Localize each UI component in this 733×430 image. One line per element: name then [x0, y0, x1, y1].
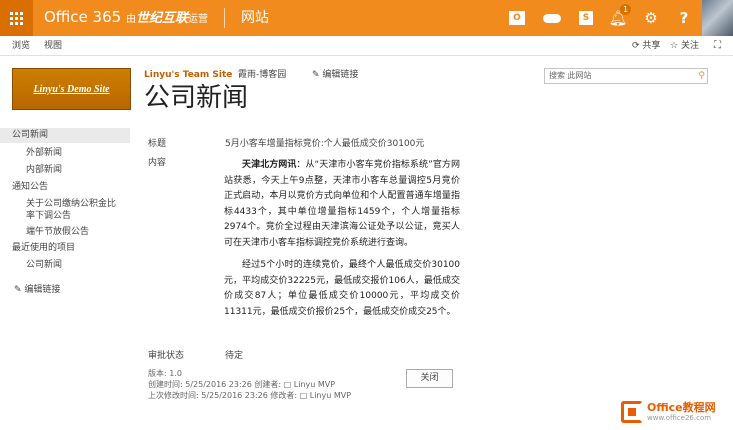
topnav-edit-links[interactable]: ✎ 编辑链接	[312, 68, 358, 82]
watermark: Office教程网 www.office26.com	[617, 396, 731, 427]
pencil-icon: ✎	[312, 70, 320, 80]
page-title: 公司新闻	[144, 83, 249, 113]
topnav-team-site[interactable]: Linyu's Team Site	[144, 68, 232, 82]
close-button[interactable]: 关闭	[406, 369, 453, 388]
site-logo[interactable]: Linyu's Demo Site	[12, 68, 131, 110]
share-icon: ⟳	[632, 41, 640, 51]
waffle-icon	[10, 11, 23, 25]
notifications-button[interactable]: 🔔︎ 1	[601, 0, 635, 36]
content-paragraph: 经过5个小时的连续竞价，最终个人最低成交价30100元，平均成交价32225元，…	[224, 260, 460, 317]
content-label: 内容	[148, 158, 167, 168]
title-label: 标题	[148, 139, 167, 149]
quicklaunch-notice-item-2[interactable]: 端午节放假公告	[26, 226, 89, 238]
app-launcher-button[interactable]	[0, 0, 33, 36]
browse-tab[interactable]: 浏览	[12, 36, 30, 56]
quicklaunch-notices[interactable]: 通知公告	[12, 181, 48, 193]
topnav-blog[interactable]: 霞雨-博客园	[238, 68, 286, 82]
ribbon-bar: 浏览 视图 ⟳ 共享 ☆ 关注 ⛶	[0, 36, 733, 56]
modified-info: 上次修改时间: 5/25/2016 23:26 修改者: □ Linyu MVP	[148, 391, 352, 400]
office-logo-icon	[621, 400, 643, 423]
pencil-icon: ✎	[14, 285, 22, 295]
outlook-icon[interactable]: O	[500, 0, 534, 36]
quicklaunch-recent[interactable]: 最近使用的项目	[12, 242, 75, 254]
focus-content-icon[interactable]: ⛶	[714, 36, 721, 56]
suite-brand[interactable]: Office 365 由世纪互联运营	[44, 7, 208, 30]
version-info: 版本: 1.0	[148, 369, 182, 378]
approval-label: 审批状态	[148, 351, 185, 361]
sharepoint-icon[interactable]: S	[569, 0, 603, 36]
help-icon[interactable]: ?	[667, 0, 701, 36]
quicklaunch-notice-item-1[interactable]: 关于公司缴纳公积金比 率下调公告	[26, 198, 116, 222]
quicklaunch-edit-links[interactable]: ✎ 编辑链接	[14, 284, 60, 296]
created-info: 创建时间: 5/25/2016 23:26 创建者: □ Linyu MVP	[148, 380, 336, 389]
content-body: 天津北方网讯：从“天津市小客车竞价指标系统”官方网站获悉，今天上午9点整，天津市…	[224, 158, 460, 327]
user-avatar[interactable]	[702, 0, 733, 36]
settings-gear-icon[interactable]: ⚙	[634, 0, 668, 36]
quicklaunch-external-news[interactable]: 外部新闻	[26, 147, 62, 159]
view-tab[interactable]: 视图	[44, 36, 62, 56]
sites-link[interactable]: 网站	[241, 8, 269, 28]
search-icon[interactable]: ⚲	[698, 69, 705, 83]
approval-value: 待定	[225, 351, 244, 361]
suite-divider	[224, 8, 225, 28]
quicklaunch-company-news[interactable]: 公司新闻	[0, 128, 130, 143]
share-button[interactable]: ⟳ 共享	[632, 36, 660, 56]
suite-bar: Office 365 由世纪互联运营 网站 O S 🔔︎ 1 ⚙ ?	[0, 0, 733, 36]
onedrive-icon[interactable]	[535, 0, 569, 36]
notification-badge: 1	[620, 4, 631, 15]
star-icon: ☆	[670, 41, 679, 51]
content-paragraph: 天津北方网讯：从“天津市小客车竞价指标系统”官方网站获悉，今天上午9点整，天津市…	[224, 160, 460, 248]
quicklaunch-recent-item[interactable]: 公司新闻	[26, 259, 62, 271]
quicklaunch-internal-news[interactable]: 内部新闻	[26, 164, 62, 176]
follow-button[interactable]: ☆ 关注	[670, 36, 699, 56]
search-input[interactable]: 搜索 此网站 ⚲	[544, 68, 708, 84]
title-value: 5月小客车增量指标竞价:个人最低成交价30100元	[225, 139, 425, 149]
